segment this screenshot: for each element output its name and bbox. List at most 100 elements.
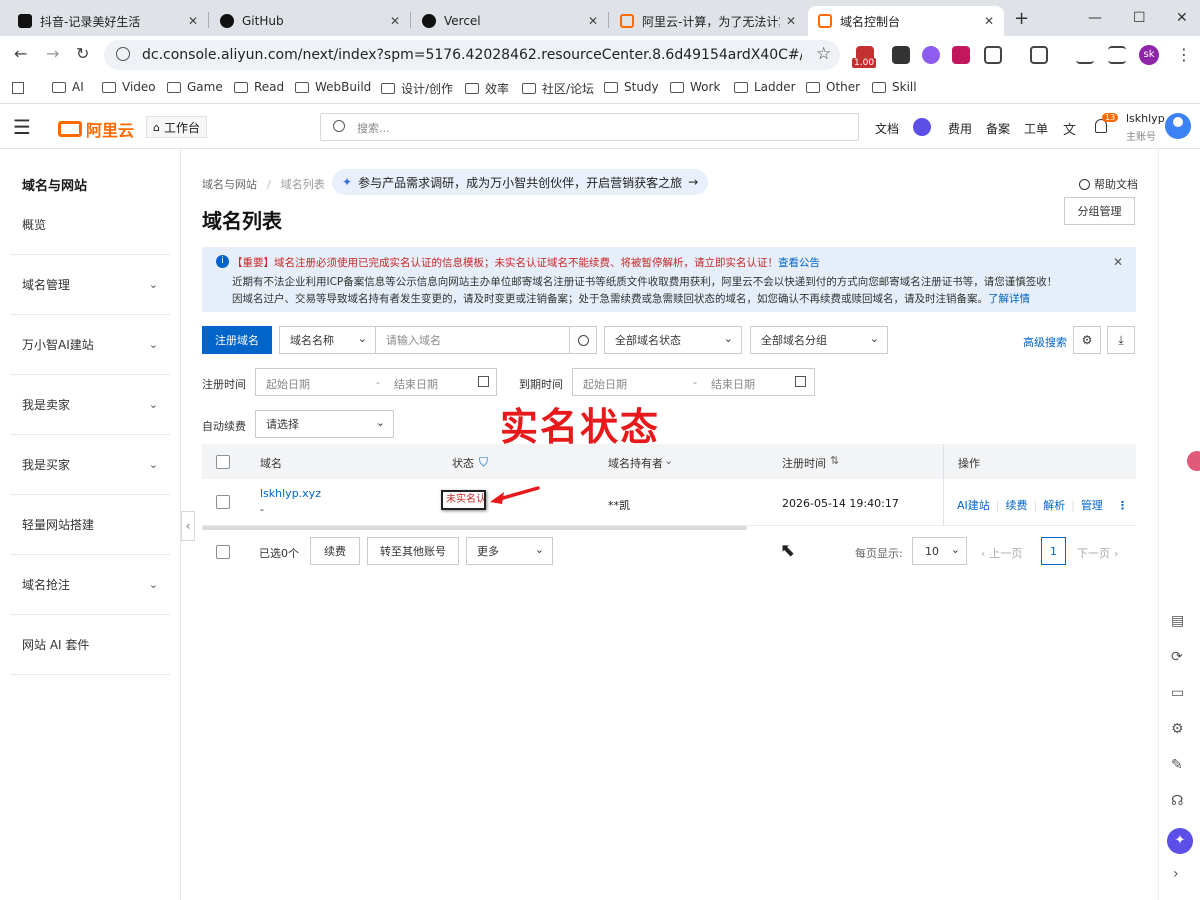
advanced-search-link[interactable]: 高级搜索 <box>1023 334 1067 350</box>
search-type-select[interactable]: 域名名称 ⌄ <box>279 326 376 354</box>
close-tab-icon[interactable]: ✕ <box>786 14 796 28</box>
header-link-billing[interactable]: 费用 <box>948 120 972 137</box>
bookmark-folder[interactable]: Study <box>604 80 659 94</box>
maximize-button[interactable]: ☐ <box>1133 10 1146 26</box>
notice-link[interactable]: 查看公告 <box>778 257 820 269</box>
select-all-checkbox[interactable] <box>216 455 230 469</box>
url-text[interactable]: dc.console.aliyun.com/next/index?spm=517… <box>142 47 802 63</box>
bookmark-star-icon[interactable]: ☆ <box>816 44 831 64</box>
notice-learn-more-link[interactable]: 了解详情 <box>988 293 1030 305</box>
per-page-select[interactable]: 10 ⌄ <box>912 537 967 565</box>
dns-link[interactable]: 解析 <box>1043 497 1065 513</box>
auto-renew-select[interactable]: 请选择 ⌄ <box>255 410 394 438</box>
bookmark-folder[interactable]: WebBuild <box>295 80 371 94</box>
new-tab-button[interactable]: + <box>1014 8 1029 29</box>
ai-assistant-icon[interactable]: ✦ <box>1167 828 1193 854</box>
group-manage-button[interactable]: 分组管理 <box>1064 197 1135 225</box>
filter-icon[interactable]: ⛉ <box>479 455 488 470</box>
more-actions-icon[interactable]: ⋮ <box>1117 499 1128 512</box>
bookmark-folder[interactable]: Read <box>234 80 284 94</box>
group-select[interactable]: 全部域名分组 ⌄ <box>750 326 888 354</box>
sidebar-item-ai-site[interactable]: 万小智AI建站 ⌄ <box>10 315 170 375</box>
sidebar-item-seller[interactable]: 我是卖家 ⌄ <box>10 375 170 435</box>
domain-link[interactable]: lskhlyp.xyz <box>260 487 321 500</box>
terminal-icon[interactable]: ▭ <box>1171 685 1184 701</box>
site-info-icon[interactable] <box>116 47 130 61</box>
sidebar-item-domain-management[interactable]: 域名管理 ⌄ <box>10 255 170 315</box>
back-button[interactable]: ← <box>14 44 27 63</box>
register-domain-button[interactable]: 注册域名 <box>202 326 272 354</box>
bookmark-folder[interactable]: Game <box>167 80 223 94</box>
language-icon[interactable]: 文 <box>1063 119 1076 138</box>
header-link-docs[interactable]: 文档 <box>875 120 899 137</box>
headset-icon[interactable]: ☊ <box>1171 793 1183 809</box>
username[interactable]: lskhlyp <box>1126 112 1165 125</box>
more-dropdown[interactable]: 更多 ⌄ <box>466 537 553 565</box>
close-tab-icon[interactable]: ✕ <box>588 14 598 28</box>
domain-search-input[interactable]: 请输入域名 <box>375 326 570 354</box>
avatar[interactable] <box>1165 113 1191 139</box>
bookmark-folder[interactable]: AI <box>52 80 84 94</box>
status-badge[interactable]: 未实名认 <box>441 490 486 510</box>
extensions-puzzle-icon[interactable] <box>984 46 1002 64</box>
next-page-button[interactable]: 下一页 › <box>1077 545 1118 561</box>
forward-button[interactable]: → <box>46 44 59 63</box>
promo-banner[interactable]: ✦ 参与产品需求调研，成为万小智共创伙伴，开启营销获客之旅 → <box>332 169 709 195</box>
sidebar-item-overview[interactable]: 概览 <box>10 195 170 255</box>
row-checkbox[interactable] <box>216 495 230 509</box>
extension-icon[interactable] <box>952 46 970 64</box>
extension-icon[interactable] <box>922 46 940 64</box>
sidebar-item-snapback[interactable]: 域名抢注 ⌄ <box>10 555 170 615</box>
document-icon[interactable]: ▤ <box>1171 613 1184 629</box>
floating-helper-icon[interactable] <box>1187 451 1200 471</box>
sidebar-item-buyer[interactable]: 我是买家 ⌄ <box>10 435 170 495</box>
browser-tab-domain-console[interactable]: 域名控制台 ✕ <box>808 6 1004 36</box>
address-bar[interactable]: dc.console.aliyun.com/next/index?spm=517… <box>104 40 840 70</box>
sync-icon[interactable]: ⟳ <box>1171 649 1183 665</box>
close-window-button[interactable]: ✕ <box>1176 10 1188 26</box>
settings-button[interactable]: ⚙ <box>1073 326 1101 354</box>
status-select[interactable]: 全部域名状态 ⌄ <box>604 326 742 354</box>
close-tab-icon[interactable]: ✕ <box>390 14 400 28</box>
renew-link[interactable]: 续费 <box>1006 497 1028 513</box>
profile-avatar[interactable]: sk <box>1139 45 1159 65</box>
page-1-button[interactable]: 1 <box>1041 537 1066 565</box>
ai-assistant-icon[interactable] <box>913 118 931 136</box>
expire-time-range-picker[interactable]: 起始日期 - 结束日期 <box>572 368 815 396</box>
ai-site-link[interactable]: AI建站 <box>957 497 990 513</box>
browser-tab-douyin[interactable]: 抖音-记录美好生活 ✕ <box>8 6 208 36</box>
chevron-right-icon[interactable]: › <box>1173 866 1179 882</box>
bookmark-folder[interactable]: Ladder <box>734 80 796 94</box>
sort-icon[interactable]: ⇅ <box>830 454 839 467</box>
media-icon[interactable] <box>1108 46 1126 64</box>
global-search-input[interactable]: 搜索... <box>320 113 859 141</box>
chevron-down-icon[interactable]: ⌄ <box>664 454 673 467</box>
bookmark-folder[interactable]: Skill <box>872 80 917 94</box>
close-tab-icon[interactable]: ✕ <box>984 14 994 28</box>
bookmark-folder[interactable]: Other <box>806 80 860 94</box>
reg-time-range-picker[interactable]: 起始日期 - 结束日期 <box>255 368 497 396</box>
bookmark-folder[interactable]: 设计/创作 <box>381 80 453 97</box>
bookmark-folder[interactable]: 效率 <box>465 80 509 97</box>
batch-renew-button[interactable]: 续费 <box>310 537 360 565</box>
gear-icon[interactable]: ⚙ <box>1171 721 1184 737</box>
browser-tab-vercel[interactable]: Vercel ✕ <box>412 6 608 36</box>
aliyun-logo[interactable]: 阿里云 <box>58 117 134 141</box>
breadcrumb-item[interactable]: 域名与网站 <box>202 176 257 192</box>
export-button[interactable]: ⤓ <box>1107 326 1135 354</box>
close-tab-icon[interactable]: ✕ <box>188 14 198 28</box>
download-icon[interactable] <box>1076 46 1094 64</box>
close-icon[interactable]: ✕ <box>1113 255 1123 269</box>
bookmark-folder[interactable]: Video <box>102 80 156 94</box>
menu-icon[interactable]: ☰ <box>13 115 31 139</box>
footer-select-all-checkbox[interactable] <box>216 545 230 559</box>
sidebar-item-light-site[interactable]: 轻量网站搭建 <box>10 495 170 555</box>
tab-search-icon[interactable] <box>1030 46 1048 64</box>
sidebar-item-ai-suite[interactable]: 网站 AI 套件 <box>10 615 170 675</box>
search-button[interactable] <box>569 326 597 354</box>
help-docs-link[interactable]: 帮助文档 <box>1079 176 1138 192</box>
bookmark-folder[interactable]: 社区/论坛 <box>522 80 594 97</box>
prev-page-button[interactable]: ‹ 上一页 <box>981 545 1022 561</box>
browser-menu-icon[interactable]: ⋮ <box>1176 45 1192 64</box>
minimize-button[interactable]: — <box>1088 10 1102 26</box>
